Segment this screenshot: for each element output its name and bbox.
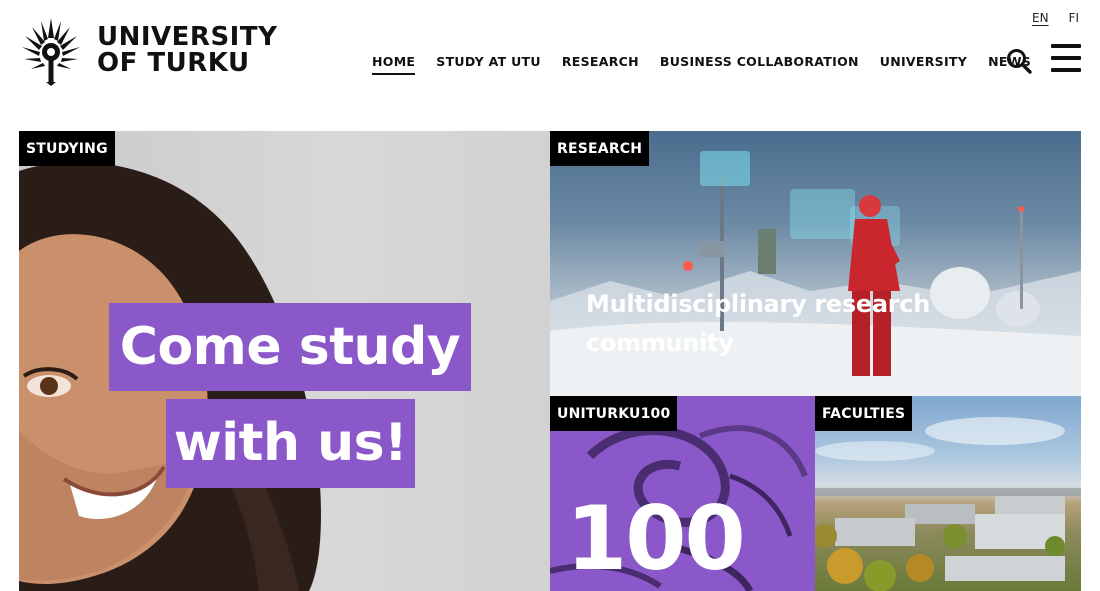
language-en-link[interactable]: EN [1032,11,1049,25]
university-logo-link[interactable]: UNIVERSITY OF TURKU [19,14,277,86]
nav-item-home[interactable]: HOME [372,54,416,75]
studying-tile[interactable]: STUDYING Come study with us! [19,131,550,591]
nav-item-study-at-utu[interactable]: STUDY AT UTU [436,54,541,75]
research-headline: Multidisciplinary research community [586,290,931,357]
search-button[interactable] [1006,48,1032,74]
language-fi-link[interactable]: FI [1069,11,1079,25]
uniturku100-tile[interactable]: UNITURKU100 100 [550,396,815,591]
language-switcher: EN FI [1032,11,1079,25]
uniturku100-tag: UNITURKU100 [550,396,678,431]
study-headline-line-1: Come study [109,303,471,391]
research-tile[interactable]: RESEARCH Multidisciplinary research comm… [550,131,1081,396]
hamburger-menu-icon-bar [1051,56,1081,60]
hamburger-menu-button[interactable] [1051,44,1081,72]
main-navigation: HOME STUDY AT UTU RESEARCH BUSINESS COLL… [372,54,1031,75]
faculties-tag: FACULTIES [815,396,913,431]
anniversary-number: 100 [566,487,746,590]
logo-wordmark: UNIVERSITY OF TURKU [97,24,277,76]
torch-emblem-icon [22,18,80,86]
research-tag: RESEARCH [550,131,650,166]
hamburger-menu-icon-bar [1051,68,1081,72]
nav-item-research[interactable]: RESEARCH [562,54,639,75]
logo-line-2: OF TURKU [97,48,250,78]
logo-line-1: UNIVERSITY [97,22,278,52]
studying-tag: STUDYING [19,131,115,166]
nav-item-university[interactable]: UNIVERSITY [880,54,967,75]
nav-item-business-collaboration[interactable]: BUSINESS COLLABORATION [660,54,859,75]
faculties-tile[interactable]: FACULTIES [815,396,1081,591]
search-icon [1007,49,1032,74]
hamburger-menu-icon-bar [1051,44,1081,48]
study-headline-line-2: with us! [166,399,415,488]
